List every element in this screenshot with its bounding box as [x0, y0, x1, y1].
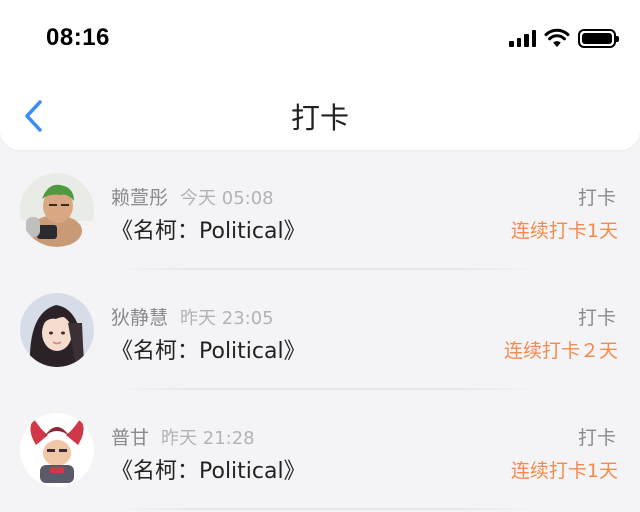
checkin-label: 打卡 [577, 187, 616, 209]
entry-header: 狄静慧 昨天 23:05 [111, 303, 274, 330]
wifi-icon [544, 28, 570, 47]
page-title: 打卡 [290, 101, 349, 135]
entry-time: 昨天 23:05 [180, 308, 274, 329]
list-item[interactable]: 狄静慧 昨天 23:05 《名柯：Political》 打卡 连续打卡２天 [0, 270, 640, 390]
entry-text: 《名柯：Political》 [111, 459, 306, 484]
streak-badge: 连续打卡1天 [510, 460, 618, 482]
entry-time: 昨天 21:28 [161, 428, 255, 449]
status-time: 08:16 [46, 24, 110, 51]
list-item[interactable]: 普甘 昨天 21:28 《名柯：Political》 打卡 连续打卡1天 [0, 390, 640, 510]
entry-text: 《名柯：Political》 [111, 219, 306, 244]
battery-icon [578, 28, 619, 48]
user-name: 普甘 [111, 427, 150, 449]
status-icons [509, 26, 619, 50]
entry-header: 普甘 昨天 21:28 [111, 423, 255, 450]
streak-badge: 连续打卡1天 [510, 220, 618, 242]
girl-photo-avatar-icon[interactable] [20, 293, 94, 367]
checkin-label: 打卡 [577, 307, 616, 329]
checkin-list: 赖萱彤 今天 05:08 《名柯：Political》 打卡 连续打卡1天 狄静慧… [0, 150, 640, 510]
cellular-signal-icon [509, 29, 536, 47]
entry-header: 赖萱彤 今天 05:08 [111, 183, 274, 210]
streak-badge: 连续打卡２天 [503, 340, 618, 362]
checkin-label: 打卡 [577, 427, 616, 449]
cartoon-character-avatar-icon[interactable] [20, 413, 94, 487]
entry-text: 《名柯：Political》 [111, 339, 306, 364]
user-name: 狄静慧 [111, 307, 169, 329]
list-item[interactable]: 赖萱彤 今天 05:08 《名柯：Political》 打卡 连续打卡1天 [0, 150, 640, 270]
user-name: 赖萱彤 [111, 187, 169, 209]
anime-avatar-icon[interactable] [20, 173, 94, 247]
entry-time: 今天 05:08 [180, 188, 274, 209]
top-bar: 08:16 打卡 [0, 0, 640, 150]
